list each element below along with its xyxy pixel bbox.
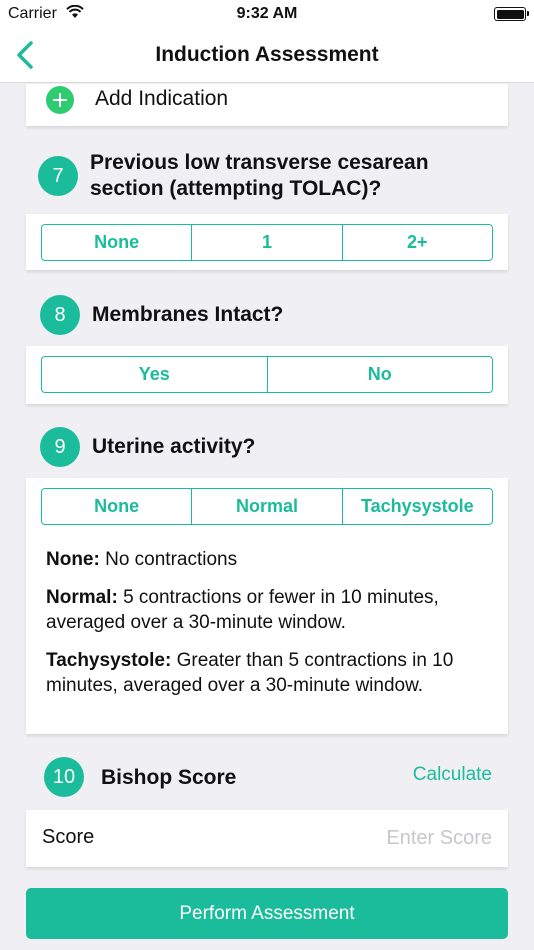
description-normal: Normal: 5 contractions or fewer in 10 mi… [46,585,496,635]
tolac-segmented-control[interactable]: None 1 2+ [41,224,493,261]
question-8-header: 8 Membranes Intact? [26,292,508,346]
uterine-activity-segmented-control[interactable]: None Normal Tachysystole [41,488,493,525]
question-7-header: 7 Previous low transverse cesarean secti… [26,146,508,214]
membranes-option-yes[interactable]: Yes [42,357,268,392]
description-text: No contractions [99,549,238,570]
bishop-score-title: Bishop Score [101,766,237,789]
status-time: 9:32 AM [236,5,298,22]
question-8-text: Membranes Intact? [92,303,284,326]
add-indication-row[interactable]: Add Indication [26,84,508,126]
calculate-link[interactable]: Calculate [413,764,492,786]
page-title: Induction Assessment [155,43,379,66]
description-term: None: [46,549,100,570]
nav-bar: Induction Assessment [0,28,534,83]
membranes-segmented-control[interactable]: Yes No [41,356,493,393]
description-term: Normal: [46,587,118,608]
score-input-row: Score [26,810,508,867]
description-term: Tachysystole: [46,650,172,671]
uterine-option-normal[interactable]: Normal [192,489,343,524]
score-label: Score [42,826,95,848]
perform-assessment-button[interactable]: Perform Assessment [26,888,508,939]
description-tachysystole: Tachysystole: Greater than 5 contraction… [46,648,496,698]
question-number-badge: 8 [40,295,80,335]
question-number-badge: 9 [40,427,80,467]
question-9-header: 9 Uterine activity? [26,424,508,478]
question-9-options-card: None Normal Tachysystole None: No contra… [26,478,508,734]
status-bar: Carrier 9:32 AM [0,0,534,28]
description-none: None: No contractions [46,547,496,572]
battery-icon [494,7,529,21]
add-plus-icon[interactable] [46,86,74,114]
membranes-option-no[interactable]: No [268,357,493,392]
tolac-option-2plus[interactable]: 2+ [343,225,492,260]
tolac-option-1[interactable]: 1 [192,225,343,260]
uterine-option-tachysystole[interactable]: Tachysystole [343,489,492,524]
add-indication-label[interactable]: Add Indication [95,87,228,111]
question-number-badge: 7 [38,156,78,196]
question-number-badge: 10 [44,757,84,797]
assessment-content[interactable]: Add Indication 7 Previous low transverse… [0,84,534,950]
bishop-score-header: 10 Bishop Score Calculate [26,740,508,810]
question-7-text: Previous low transverse cesarean section… [90,151,429,200]
tolac-option-none[interactable]: None [42,225,193,260]
question-8-options-card: Yes No [26,346,508,404]
question-7-options-card: None 1 2+ [26,214,508,270]
score-input[interactable] [292,824,492,852]
uterine-option-none[interactable]: None [42,489,193,524]
question-9-text: Uterine activity? [92,435,256,458]
